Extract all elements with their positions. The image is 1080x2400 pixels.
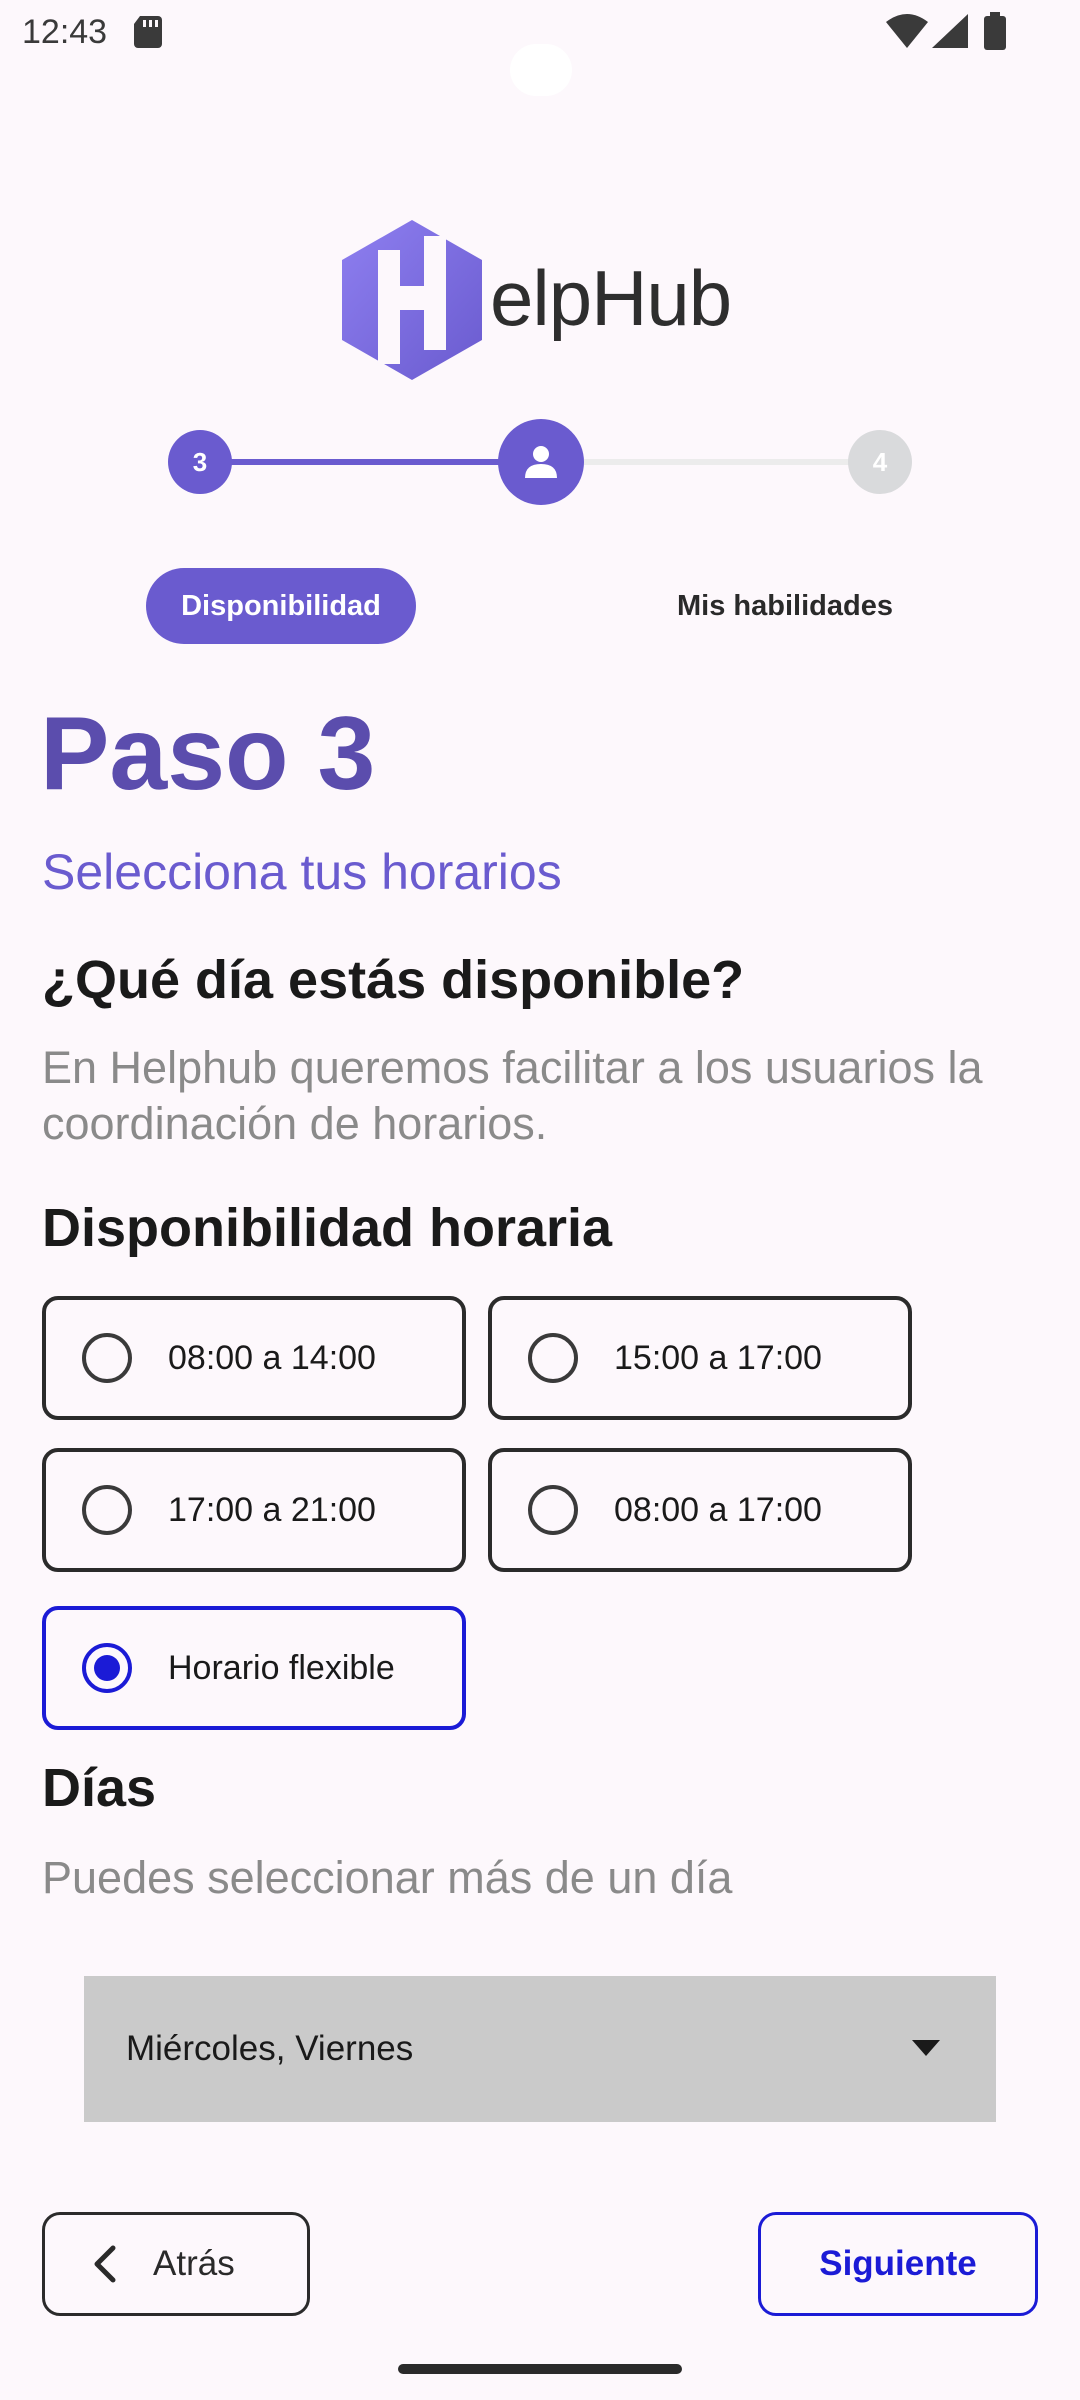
camera-cutout — [510, 44, 572, 96]
page-subtitle: Selecciona tus horarios — [42, 844, 562, 900]
radio-button[interactable] — [528, 1333, 578, 1383]
next-button[interactable]: Siguiente — [758, 2212, 1038, 2316]
sd-card-icon — [134, 16, 162, 48]
schedule-option-label: 17:00 a 21:00 — [168, 1490, 376, 1529]
schedule-option-label: 08:00 a 14:00 — [168, 1338, 376, 1377]
radio-button[interactable] — [82, 1485, 132, 1535]
battery-icon — [984, 12, 1006, 50]
chevron-left-icon — [94, 2245, 116, 2283]
step-indicator-current[interactable] — [498, 419, 584, 505]
days-dropdown-value: Miércoles, Viernes — [126, 2029, 414, 2068]
signal-icon — [932, 14, 968, 48]
logo-wordmark: elpHub — [490, 254, 732, 342]
page-title: Paso 3 — [40, 696, 376, 812]
schedule-option-label: 08:00 a 17:00 — [614, 1490, 822, 1529]
radio-button[interactable] — [82, 1333, 132, 1383]
schedule-option-label: 15:00 a 17:00 — [614, 1338, 822, 1377]
status-time: 12:43 — [22, 13, 108, 51]
step-label-active[interactable]: Disponibilidad — [146, 568, 416, 644]
radio-selected-dot — [94, 1655, 120, 1681]
helphub-logo-mark — [342, 220, 482, 380]
helphub-logo: elpHub — [338, 218, 748, 382]
schedule-option-flexible[interactable]: Horario flexible — [42, 1606, 466, 1730]
schedule-option-0800-1700[interactable]: 08:00 a 17:00 — [488, 1448, 912, 1572]
schedule-option-1500-1700[interactable]: 15:00 a 17:00 — [488, 1296, 912, 1420]
stepper-progress-inactive — [580, 459, 880, 465]
availability-heading: Disponibilidad horaria — [42, 1198, 613, 1258]
schedule-option-0800-1400[interactable]: 08:00 a 14:00 — [42, 1296, 466, 1420]
days-dropdown[interactable]: Miércoles, Viernes — [84, 1976, 996, 2122]
step-indicator-4[interactable]: 4 — [848, 430, 912, 494]
radio-button-selected[interactable] — [82, 1643, 132, 1693]
person-icon — [525, 446, 557, 478]
days-description: Puedes seleccionar más de un día — [42, 1852, 733, 1903]
days-heading: Días — [42, 1758, 157, 1818]
wifi-icon — [886, 14, 928, 48]
step-label-next[interactable]: Mis habilidades — [620, 568, 950, 644]
back-button-label: Atrás — [153, 2244, 235, 2283]
question-description: En Helphub queremos facilitar a los usua… — [42, 1042, 983, 1149]
back-button[interactable]: Atrás — [42, 2212, 310, 2316]
home-indicator[interactable] — [398, 2364, 682, 2374]
schedule-option-1700-2100[interactable]: 17:00 a 21:00 — [42, 1448, 466, 1572]
next-button-label: Siguiente — [819, 2244, 977, 2283]
dropdown-arrow-icon — [912, 2040, 940, 2056]
stepper-progress-active — [198, 459, 540, 465]
step-indicator-3[interactable]: 3 — [168, 430, 232, 494]
question-heading: ¿Qué día estás disponible? — [42, 950, 745, 1010]
schedule-option-label: Horario flexible — [168, 1648, 395, 1687]
radio-button[interactable] — [528, 1485, 578, 1535]
